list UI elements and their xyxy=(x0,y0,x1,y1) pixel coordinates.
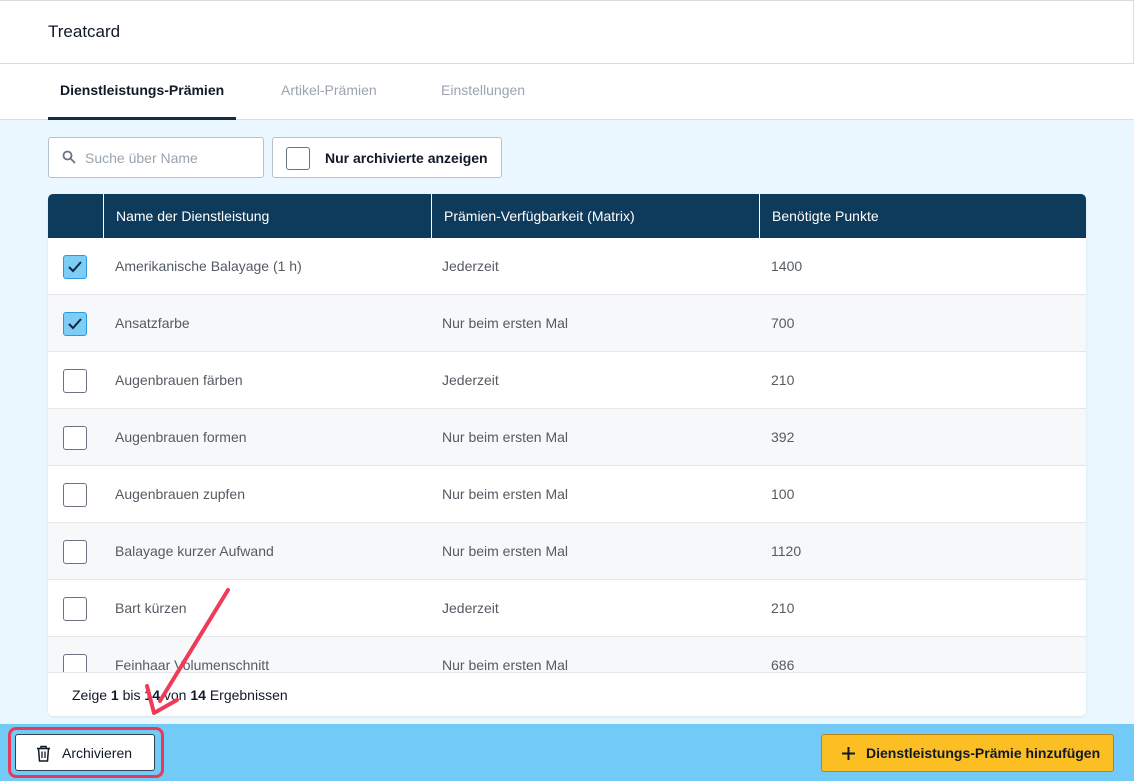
app-title: Treatcard xyxy=(48,22,121,41)
row-checkbox[interactable] xyxy=(63,312,87,336)
row-checkbox[interactable] xyxy=(63,483,87,507)
table-row[interactable]: Augenbrauen färben Jederzeit 210 xyxy=(48,352,1086,409)
trash-icon xyxy=(37,745,50,762)
tab-settings[interactable]: Einstellungen xyxy=(441,64,525,120)
table-footer: Zeige 1 bis 14 von 14 Ergebnissen xyxy=(48,672,1086,716)
service-name: Bart kürzen xyxy=(115,600,187,616)
points: 100 xyxy=(771,486,795,502)
tab-article-rewards[interactable]: Artikel-Prämien xyxy=(281,64,377,120)
points: 392 xyxy=(771,429,795,445)
availability: Nur beim ersten Mal xyxy=(442,657,569,672)
results-summary: Zeige 1 bis 14 von 14 Ergebnissen xyxy=(72,687,288,703)
table-row[interactable]: Ansatzfarbe Nur beim ersten Mal 700 xyxy=(48,295,1086,352)
row-checkbox[interactable] xyxy=(63,369,87,393)
add-button-label: Dienstleistungs-Prämie hinzufügen xyxy=(866,745,1101,761)
check-icon xyxy=(68,261,82,273)
tab-bar: Dienstleistungs-Prämien Artikel-Prämien … xyxy=(0,64,1134,120)
availability: Jederzeit xyxy=(442,372,499,388)
table-row[interactable]: Feinhaar Volumenschnitt Nur beim ersten … xyxy=(48,637,1086,672)
row-checkbox[interactable] xyxy=(63,540,87,564)
points: 686 xyxy=(771,657,795,672)
points: 700 xyxy=(771,315,795,331)
row-checkbox[interactable] xyxy=(63,597,87,621)
tab-service-rewards[interactable]: Dienstleistungs-Prämien xyxy=(48,64,237,120)
search-icon xyxy=(62,150,76,164)
header-availability: Prämien-Verfügbarkeit (Matrix) xyxy=(431,194,759,238)
points: 210 xyxy=(771,600,795,616)
rewards-table: Name der Dienstleistung Prämien-Verfügba… xyxy=(48,194,1086,716)
search-input[interactable] xyxy=(85,138,260,177)
points: 1120 xyxy=(771,543,802,559)
bottom-action-bar: Archivieren Dienstleistungs-Prämie hinzu… xyxy=(0,724,1134,781)
service-name: Augenbrauen färben xyxy=(115,372,243,388)
points: 210 xyxy=(771,372,795,388)
availability: Nur beim ersten Mal xyxy=(442,543,569,559)
archived-filter-checkbox[interactable] xyxy=(286,147,310,170)
row-checkbox[interactable] xyxy=(63,255,87,279)
table-row[interactable]: Balayage kurzer Aufwand Nur beim ersten … xyxy=(48,523,1086,580)
header-points: Benötigte Punkte xyxy=(759,194,1086,238)
header-service-name: Name der Dienstleistung xyxy=(103,194,431,238)
availability: Jederzeit xyxy=(442,258,499,274)
table-row[interactable]: Bart kürzen Jederzeit 210 xyxy=(48,580,1086,637)
table-row[interactable]: Amerikanische Balayage (1 h) Jederzeit 1… xyxy=(48,238,1086,295)
check-icon xyxy=(68,318,82,330)
app-header: Treatcard xyxy=(0,0,1134,64)
main-content: Nur archivierte anzeigen Name der Dienst… xyxy=(0,120,1134,724)
add-service-reward-button[interactable]: Dienstleistungs-Prämie hinzufügen xyxy=(821,734,1114,772)
search-box xyxy=(48,137,264,178)
table-body: Amerikanische Balayage (1 h) Jederzeit 1… xyxy=(48,238,1086,672)
table-header: Name der Dienstleistung Prämien-Verfügba… xyxy=(48,194,1086,238)
table-row[interactable]: Augenbrauen formen Nur beim ersten Mal 3… xyxy=(48,409,1086,466)
availability: Jederzeit xyxy=(442,600,499,616)
archive-button[interactable]: Archivieren xyxy=(15,734,155,771)
table-row[interactable]: Augenbrauen zupfen Nur beim ersten Mal 1… xyxy=(48,466,1086,523)
plus-icon xyxy=(842,747,855,760)
availability: Nur beim ersten Mal xyxy=(442,429,569,445)
points: 1400 xyxy=(771,258,803,274)
service-name: Augenbrauen formen xyxy=(115,429,247,445)
row-checkbox[interactable] xyxy=(63,654,87,672)
service-name: Feinhaar Volumenschnitt xyxy=(115,657,270,672)
service-name: Ansatzfarbe xyxy=(115,315,190,331)
availability: Nur beim ersten Mal xyxy=(442,315,569,331)
row-checkbox[interactable] xyxy=(63,426,87,450)
archive-button-label: Archivieren xyxy=(62,745,133,761)
service-name: Augenbrauen zupfen xyxy=(115,486,245,502)
header-select-column xyxy=(48,194,103,238)
archived-filter-label: Nur archivierte anzeigen xyxy=(325,150,488,166)
archived-filter-toggle[interactable]: Nur archivierte anzeigen xyxy=(272,137,502,178)
availability: Nur beim ersten Mal xyxy=(442,486,569,502)
service-name: Amerikanische Balayage (1 h) xyxy=(115,258,302,274)
service-name: Balayage kurzer Aufwand xyxy=(115,543,274,559)
